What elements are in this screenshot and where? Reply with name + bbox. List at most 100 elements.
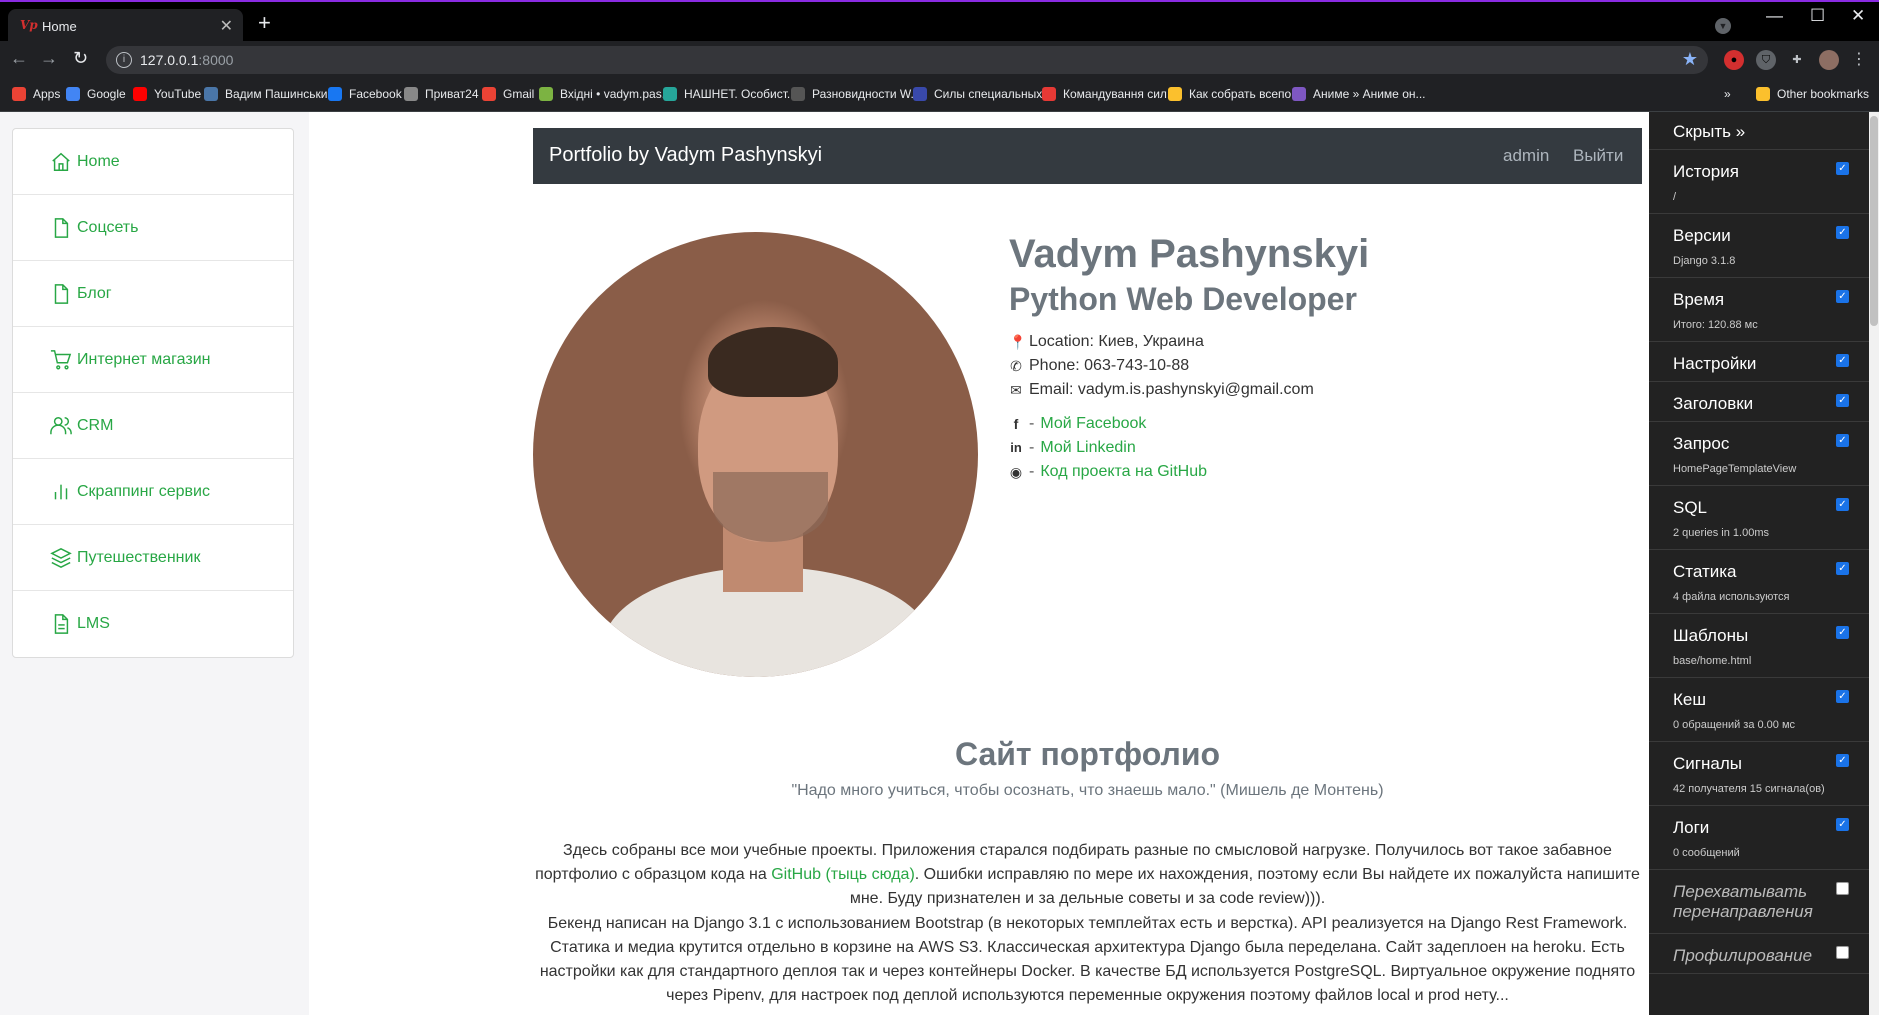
debug-panel[interactable]: Время Итого: 120.88 мс ✓ [1649, 278, 1869, 342]
bookmark-item[interactable]: Google [66, 87, 126, 101]
debug-panel[interactable]: Сигналы 42 получателя 15 сигнала(ов) ✓ [1649, 742, 1869, 806]
tab-search-icon[interactable]: ▼ [1715, 18, 1731, 34]
profile-email: Email: vadym.is.pashynskyi@gmail.com [1029, 381, 1314, 398]
debug-panel-checkbox[interactable]: ✓ [1836, 290, 1849, 303]
bookmark-item[interactable]: Как собрать всепо... [1168, 87, 1301, 101]
minimize-icon[interactable]: — [1766, 6, 1783, 26]
sidebar-item[interactable]: Home [13, 129, 293, 195]
debug-panel[interactable]: Настройки ✓ [1649, 342, 1869, 382]
page-scrollbar-thumb[interactable] [1870, 116, 1878, 326]
bookmark-item[interactable]: Разновидности W... [791, 87, 921, 101]
bookmark-item[interactable]: Силы специальных... [913, 87, 1052, 101]
debug-panel-checkbox[interactable]: ✓ [1836, 226, 1849, 239]
sidebar-item[interactable]: LMS [13, 591, 293, 657]
debug-panel[interactable]: История / ✓ [1649, 150, 1869, 214]
other-bookmarks[interactable]: Other bookmarks [1756, 87, 1869, 101]
debug-panel-subtitle: base/home.html [1673, 655, 1752, 667]
nav-admin-link[interactable]: admin [1503, 146, 1549, 166]
profile-name: Vadym Pashynskyi [1009, 232, 1370, 276]
bookmark-label: Facebook [349, 87, 402, 101]
browser-tab[interactable]: Vp Home ✕ [8, 9, 243, 43]
bookmarks-overflow-icon[interactable]: » [1724, 87, 1731, 101]
nav-logout-link[interactable]: Выйти [1573, 146, 1623, 166]
bookmark-item[interactable]: Facebook [328, 87, 402, 101]
file-icon [49, 216, 73, 240]
extension-shield-icon[interactable]: ⛉ [1756, 50, 1776, 70]
debug-panel-checkbox[interactable] [1836, 882, 1849, 895]
forward-icon[interactable]: → [40, 49, 58, 67]
github-inline-link[interactable]: GitHub (тыць сюда) [771, 866, 915, 883]
site-info-icon[interactable]: i [116, 52, 132, 68]
sidebar-item[interactable]: Блог [13, 261, 293, 327]
address-bar[interactable]: i 127.0.0.1:8000 ★ [106, 46, 1708, 74]
debug-panel[interactable]: Запрос HomePageTemplateView ✓ [1649, 422, 1869, 486]
debug-panel-checkbox[interactable]: ✓ [1836, 394, 1849, 407]
github-link[interactable]: Код проекта на GitHub [1040, 460, 1207, 484]
tab-close-icon[interactable]: ✕ [220, 16, 233, 36]
navbar-brand[interactable]: Portfolio by Vadym Pashynskyi [549, 144, 822, 167]
linkedin-link[interactable]: Мой Linkedin [1040, 436, 1135, 460]
sidebar-item[interactable]: Скраппинг сервис [13, 459, 293, 525]
nashnet-icon [663, 87, 677, 101]
profile-avatar[interactable] [1819, 50, 1839, 70]
bookmark-item[interactable]: Аниме » Аниме он... [1292, 87, 1426, 101]
debug-panel-checkbox[interactable]: ✓ [1836, 162, 1849, 175]
debug-panel-checkbox[interactable]: ✓ [1836, 354, 1849, 367]
debug-panel[interactable]: Логи 0 сообщений ✓ [1649, 806, 1869, 870]
file-icon [49, 282, 73, 306]
debug-panel-checkbox[interactable]: ✓ [1836, 626, 1849, 639]
sidebar-item[interactable]: Путешественник [13, 525, 293, 591]
gmail-icon [482, 87, 496, 101]
facebook-link[interactable]: Мой Facebook [1040, 412, 1146, 436]
bookmark-label: Gmail [503, 87, 535, 101]
extensions-puzzle-icon[interactable]: ✚ [1787, 50, 1807, 70]
debug-panel-checkbox[interactable]: ✓ [1836, 690, 1849, 703]
debug-panel-checkbox[interactable]: ✓ [1836, 818, 1849, 831]
debug-panel[interactable]: SQL 2 queries in 1.00ms ✓ [1649, 486, 1869, 550]
debug-panel-checkbox[interactable]: ✓ [1836, 562, 1849, 575]
debug-panel-subtitle: Итого: 120.88 мс [1673, 319, 1758, 331]
sidebar-item[interactable]: CRM [13, 393, 293, 459]
window-close-icon[interactable]: ✕ [1851, 6, 1865, 26]
debug-toolbar-hide-button[interactable]: Скрыть » [1649, 112, 1869, 150]
bookmark-item[interactable]: Командування сил... [1042, 87, 1177, 101]
debug-panel[interactable]: Заголовки ✓ [1649, 382, 1869, 422]
bookmark-item[interactable]: Вадим Пашинський [204, 87, 334, 101]
browser-menu-icon[interactable]: ⋮ [1849, 50, 1869, 70]
sidebar-item[interactable]: Интернет магазин [13, 327, 293, 393]
sidebar-item[interactable]: Соцсеть [13, 195, 293, 261]
extension-red-icon[interactable]: ● [1724, 50, 1744, 70]
debug-panel[interactable]: Профилирование [1649, 934, 1869, 974]
debug-panel-checkbox[interactable]: ✓ [1836, 434, 1849, 447]
layers-icon [49, 546, 73, 570]
debug-panel[interactable]: Статика 4 файла используются ✓ [1649, 550, 1869, 614]
profile-location: Location: Киев, Украина [1029, 333, 1204, 350]
new-tab-button[interactable]: + [258, 12, 271, 34]
bookmark-item[interactable]: Apps [12, 87, 60, 101]
reload-icon[interactable]: ↻ [73, 49, 88, 67]
maximize-icon[interactable]: ☐ [1810, 6, 1825, 26]
bookmark-item[interactable]: Gmail [482, 87, 534, 101]
bookmark-label: Аниме » Аниме он... [1313, 87, 1426, 101]
bookmark-item[interactable]: YouTube [133, 87, 201, 101]
main-content: Portfolio by Vadym Pashynskyi admin Выйт… [309, 112, 1649, 1015]
debug-panel[interactable]: Перехватывать перенаправления [1649, 870, 1869, 934]
debug-panel[interactable]: Кеш 0 обращений за 0.00 мс ✓ [1649, 678, 1869, 742]
debug-panel-checkbox[interactable]: ✓ [1836, 498, 1849, 511]
generic-icon [791, 87, 805, 101]
bookmark-item[interactable]: Вхідні • vadym.pas... [539, 87, 672, 101]
debug-panel-checkbox[interactable] [1836, 946, 1849, 959]
debug-panel[interactable]: Шаблоны base/home.html ✓ [1649, 614, 1869, 678]
sidebar-item-label: Скраппинг сервис [77, 482, 210, 500]
bookmark-star-icon[interactable]: ★ [1682, 49, 1698, 70]
bookmark-item[interactable]: Приват24 [404, 87, 479, 101]
bookmark-label: Вадим Пашинський [225, 87, 335, 101]
back-icon[interactable]: ← [10, 49, 28, 67]
profile-info: Vadym Pashynskyi Python Web Developer 📍 L… [1009, 232, 1369, 484]
debug-panel-checkbox[interactable]: ✓ [1836, 754, 1849, 767]
site-favicon-icon: Vp [20, 18, 38, 32]
bookmark-item[interactable]: НАШНЕТ. Особист... [663, 87, 797, 101]
bookmark-label: Командування сил... [1063, 87, 1177, 101]
debug-panel[interactable]: Версии Django 3.1.8 ✓ [1649, 214, 1869, 278]
debug-panel-subtitle: 0 сообщений [1673, 847, 1740, 859]
